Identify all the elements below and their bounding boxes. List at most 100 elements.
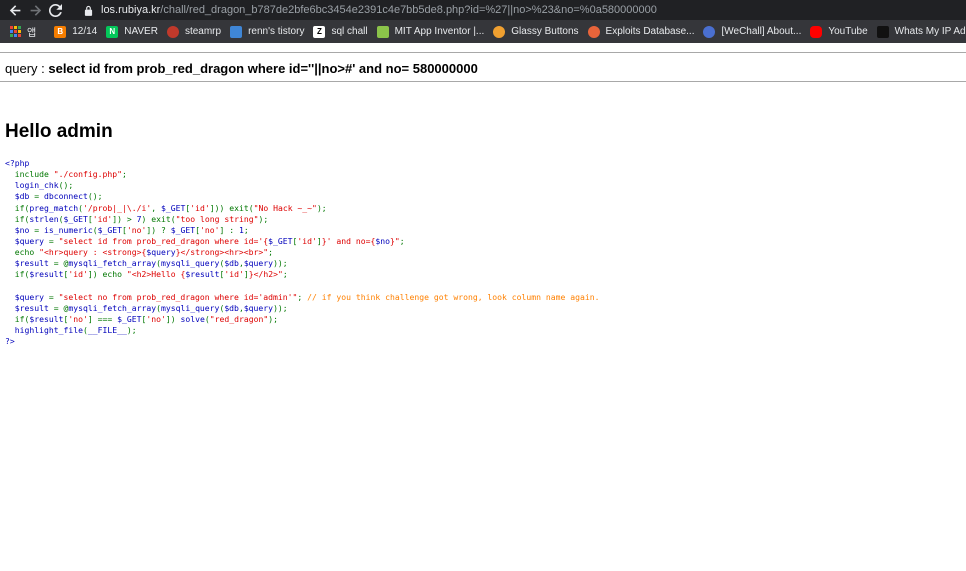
code-token: =	[34, 191, 44, 202]
code-token: ] ===	[87, 313, 118, 324]
code-line: highlight_file(__FILE__);	[5, 325, 600, 336]
code-token: $result	[29, 269, 64, 280]
code-line: if($result['id']) echo "<h2>Hello {$resu…	[5, 269, 600, 280]
code-token: );	[316, 202, 327, 213]
code-token: );	[268, 313, 278, 324]
steam-icon	[166, 25, 179, 38]
bookmark-apps-grid[interactable]: 앱	[0, 20, 36, 43]
code-token: if(	[5, 202, 30, 213]
code-token: $db	[224, 258, 239, 269]
code-line: $result = @mysqli_fetch_array(mysqli_que…	[5, 303, 600, 314]
code-token: }"	[390, 235, 400, 246]
code-token: login_chk	[5, 180, 59, 191]
code-line: $result = @mysqli_fetch_array(mysqli_que…	[5, 258, 600, 269]
code-token: strlen	[29, 213, 59, 224]
bookmark-label: [WeChall] About...	[721, 26, 802, 37]
glassy-icon	[493, 25, 506, 38]
code-token: $query	[146, 247, 176, 258]
code-token: =	[48, 235, 59, 246]
code-token: ] :	[219, 224, 239, 235]
code-line: $query = "select no from prob_red_dragon…	[5, 292, 600, 303]
code-token: 'no'	[146, 313, 166, 324]
code-token: $_GET	[97, 224, 122, 235]
apps-grid-icon	[10, 26, 21, 37]
code-token: ]) ?	[146, 224, 171, 235]
bookmark-label: renn's tistory	[248, 26, 305, 37]
code-token: 'no'	[126, 224, 147, 235]
code-token: $query	[5, 291, 49, 302]
code-line: if($result['no'] === $_GET['no']) solve(…	[5, 314, 600, 325]
code-token: if(	[5, 213, 30, 224]
divider-top	[0, 52, 966, 53]
code-token: $no	[375, 235, 391, 246]
code-token: is_numeric	[44, 224, 93, 235]
code-token: $query	[243, 258, 274, 269]
bookmark-tistory[interactable]: renn's tistory	[230, 20, 304, 43]
query-text: select id from prob_red_dragon where id=…	[48, 61, 478, 76]
code-token: "./config.php"	[53, 169, 122, 180]
bookmark-label: 앱	[27, 28, 37, 39]
bookmark-naver[interactable]: N NAVER	[106, 20, 158, 43]
code-token: $_GET	[160, 202, 186, 213]
back-button[interactable]	[5, 0, 25, 20]
code-token: mysqli_fetch_array	[68, 258, 157, 269]
code-token: =	[48, 291, 59, 302]
code-token: 'id'	[92, 213, 113, 224]
code-token: }' and no={	[321, 235, 376, 246]
forward-button[interactable]	[25, 0, 45, 20]
code-token: // if you think challenge got wrong, loo…	[307, 291, 600, 302]
bookmark-wechall[interactable]: [WeChall] About...	[703, 20, 801, 43]
code-line: include "./config.php";	[5, 169, 600, 180]
blogger-icon: B	[54, 25, 67, 38]
bookmark-glassy[interactable]: Glassy Buttons	[493, 20, 579, 43]
naver-icon: N	[106, 25, 119, 38]
bookmark-exploitdb[interactable]: Exploits Database...	[587, 20, 694, 43]
code-token: 'id'	[68, 269, 88, 280]
code-token: 'id'	[190, 202, 210, 213]
code-token: dbconnect	[44, 191, 88, 202]
code-token: '/prob|_|\./i'	[82, 202, 152, 213]
app-inventor-icon	[376, 25, 389, 38]
code-token: $_GET	[63, 213, 88, 224]
code-token: = @	[53, 258, 69, 269]
bookmark-z[interactable]: Zsql chall	[313, 20, 368, 43]
bookmark-ip[interactable]: Whats My IP Addr...	[876, 20, 966, 43]
bookmark-blogger[interactable]: B 12/14	[54, 20, 97, 43]
code-line: $query = "select id from prob_red_dragon…	[5, 236, 600, 247]
code-line: login_chk();	[5, 180, 600, 191]
code-line: if(strlen($_GET['id']) > 7) exit("too lo…	[5, 214, 600, 225]
ip-icon	[876, 25, 889, 38]
bookmark-app-inventor[interactable]: MIT App Inventor |...	[376, 20, 484, 43]
bookmark-label: steamrp	[184, 26, 222, 37]
code-token: ;	[297, 291, 308, 302]
code-token: $result	[29, 313, 64, 324]
code-line: if(preg_match('/prob|_|\./i', $_GET['id'…	[5, 203, 600, 214]
reload-icon	[48, 3, 62, 17]
code-token: ]) echo	[87, 269, 127, 280]
code-line: <?php	[5, 158, 600, 169]
bookmark-steam[interactable]: steamrp	[166, 20, 222, 43]
divider-bottom	[0, 81, 966, 82]
bookmark-youtube[interactable]: YouTube	[810, 20, 868, 43]
reload-button[interactable]	[45, 0, 65, 20]
code-token: );	[126, 325, 137, 336]
code-token: "No Hack ~_~"	[253, 202, 317, 213]
query-prefix: query :	[5, 61, 49, 76]
url-bar[interactable]: los.rubiya.kr/chall/red_dragon_b787de2bf…	[84, 1, 657, 19]
url-host: los.rubiya.kr	[101, 4, 161, 16]
php-source-code: <?php include "./config.php"; login_chk(…	[5, 158, 600, 347]
code-token: ;	[399, 235, 405, 246]
bookmark-label: NAVER	[124, 26, 158, 37]
code-token: "<hr>query : <strong>{	[39, 247, 147, 258]
bookmark-label: sql chall	[331, 26, 368, 37]
code-token: ;	[282, 269, 288, 280]
code-token: "select id from prob_red_dragon where id…	[58, 235, 269, 246]
code-token: "select no from prob_red_dragon where id…	[58, 291, 298, 302]
query-line: query : select id from prob_red_dragon w…	[5, 61, 478, 76]
code-token: $_GET	[117, 313, 142, 324]
code-token: $query	[5, 235, 49, 246]
tistory-icon	[230, 25, 243, 38]
lock-icon	[84, 5, 94, 16]
code-token: 'no'	[199, 224, 220, 235]
code-token: $query	[243, 302, 274, 313]
